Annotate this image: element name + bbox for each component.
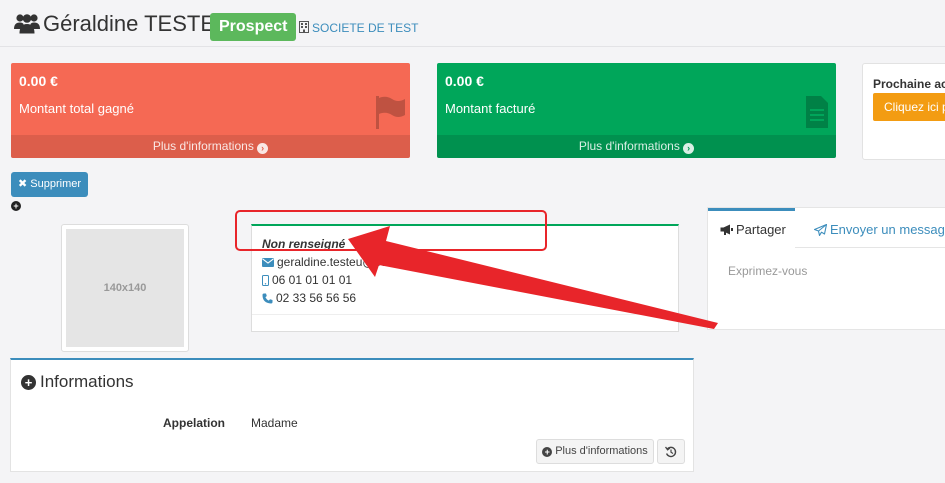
share-input[interactable]: Exprimez-vous bbox=[728, 264, 807, 278]
file-icon bbox=[806, 96, 828, 128]
appellation-label: Appelation bbox=[163, 416, 225, 430]
phone-icon bbox=[262, 293, 273, 303]
avatar[interactable]: 140x140 bbox=[61, 224, 189, 352]
contact-phone-row: 02 33 56 56 56 bbox=[262, 291, 356, 305]
paper-plane-icon bbox=[814, 223, 827, 236]
status-badge: Prospect bbox=[210, 13, 297, 41]
next-action-box: Prochaine act Cliquez ici p bbox=[862, 63, 945, 160]
history-button[interactable] bbox=[657, 439, 685, 464]
tab-message-label: Envoyer un message bbox=[830, 222, 945, 237]
billed-box: 0.00 € Montant facturé Plus d'informatio… bbox=[437, 63, 836, 158]
informations-header[interactable]: + Informations bbox=[21, 372, 134, 392]
total-won-label: Montant total gagné bbox=[19, 101, 134, 116]
mobile-icon bbox=[262, 274, 269, 286]
contact-mobile-row: 06 01 01 01 01 bbox=[262, 273, 352, 287]
envelope-icon bbox=[262, 257, 274, 267]
tabs-divider bbox=[795, 247, 945, 248]
informations-panel: + Informations Appelation Madame + Plus … bbox=[10, 358, 694, 472]
card-divider bbox=[252, 314, 678, 315]
history-icon bbox=[665, 446, 677, 457]
informations-title: Informations bbox=[40, 372, 134, 391]
flag-icon bbox=[376, 96, 405, 129]
billed-label: Montant facturé bbox=[445, 101, 536, 116]
page-header: Géraldine TESTEU Prospect SOCIETE DE TES… bbox=[0, 0, 945, 47]
company-link[interactable]: SOCIETE DE TEST bbox=[312, 21, 418, 35]
billed-more-link[interactable]: Plus d'informations › bbox=[437, 135, 836, 158]
more-info-button[interactable]: + Plus d'informations bbox=[536, 439, 654, 464]
total-won-more-label: Plus d'informations bbox=[152, 139, 254, 153]
total-won-more-link[interactable]: Plus d'informations › bbox=[11, 135, 410, 158]
annotation-highlight bbox=[235, 210, 547, 251]
users-icon bbox=[14, 14, 40, 34]
avatar-placeholder: 140x140 bbox=[66, 229, 184, 347]
contact-phone: 02 33 56 56 56 bbox=[276, 291, 357, 305]
total-won-box: 0.00 € Montant total gagné Plus d'inform… bbox=[11, 63, 410, 158]
share-panel: Partager Envoyer un message Exprimez-vou… bbox=[707, 207, 945, 330]
more-info-label: Plus d'informations bbox=[555, 445, 648, 457]
close-icon: ✖ bbox=[17, 178, 28, 190]
next-action-title: Prochaine act bbox=[873, 77, 945, 91]
appellation-value: Madame bbox=[251, 416, 298, 430]
tab-share[interactable]: Partager bbox=[708, 208, 795, 248]
billed-amount: 0.00 € bbox=[445, 73, 484, 89]
contact-email: geraldine.testeu@societe. bbox=[277, 255, 416, 269]
total-won-amount: 0.00 € bbox=[19, 73, 58, 89]
tab-share-label: Partager bbox=[736, 222, 786, 237]
contact-email-row[interactable]: geraldine.testeu@societe. bbox=[262, 255, 416, 269]
tab-send-message[interactable]: Envoyer un message bbox=[814, 222, 945, 237]
plus-circle-icon[interactable]: + bbox=[11, 201, 21, 211]
delete-button[interactable]: ✖ Supprimer bbox=[11, 172, 88, 197]
next-action-button[interactable]: Cliquez ici p bbox=[873, 93, 945, 121]
plus-circle-icon: + bbox=[542, 446, 553, 457]
delete-label: Supprimer bbox=[30, 178, 82, 190]
building-icon bbox=[299, 21, 309, 33]
page-title: Géraldine TESTEU bbox=[43, 11, 231, 36]
contact-mobile: 06 01 01 01 01 bbox=[272, 273, 353, 287]
arrow-circle-right-icon: › bbox=[683, 143, 695, 154]
plus-circle-icon: + bbox=[21, 374, 36, 390]
arrow-circle-right-icon: › bbox=[257, 143, 269, 154]
billed-more-label: Plus d'informations bbox=[578, 139, 680, 153]
bullhorn-icon bbox=[720, 224, 733, 235]
